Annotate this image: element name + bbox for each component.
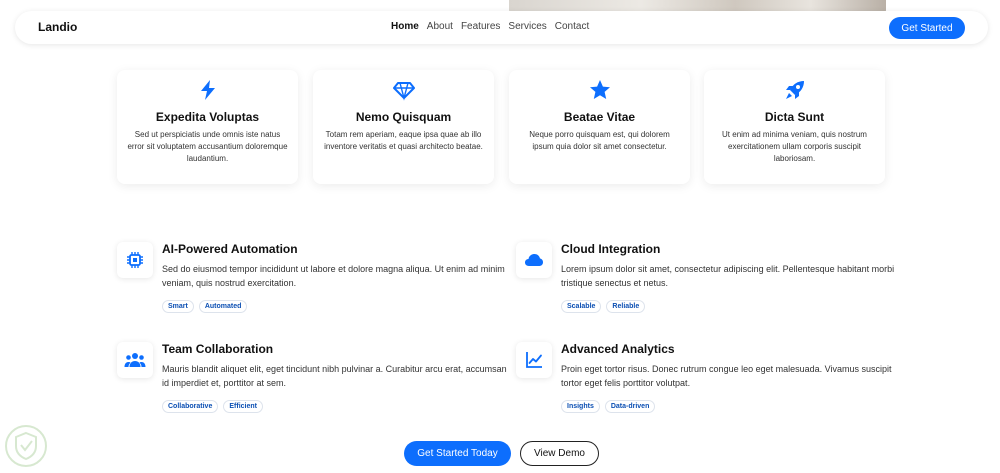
people-icon [117, 342, 153, 378]
service-item: Team Collaboration Mauris blandit alique… [117, 342, 507, 422]
service-text: Mauris blandit aliquet elit, eget tincid… [162, 364, 507, 388]
chart-line-icon [516, 342, 552, 378]
navbar: Landio Home About Features Services Cont… [15, 11, 988, 44]
service-title: AI-Powered Automation [162, 242, 298, 256]
service-text: Proin eget tortor risus. Donec rutrum co… [561, 364, 892, 388]
service-text: Lorem ipsum dolor sit amet, consectetur … [561, 264, 895, 288]
feature-card: Nemo Quisquam Totam rem aperiam, eaque i… [313, 70, 494, 184]
service-title: Cloud Integration [561, 242, 661, 256]
rocket-icon [704, 79, 885, 101]
tag-list: Smart Automated [162, 300, 248, 313]
get-started-button[interactable]: Get Started [889, 17, 965, 39]
tag: Insights [561, 400, 600, 413]
service-item: AI-Powered Automation Sed do eiusmod tem… [117, 242, 505, 322]
feature-card: Beatae Vitae Neque porro quisquam est, q… [509, 70, 690, 184]
feature-title: Dicta Sunt [764, 110, 825, 124]
view-demo-button[interactable]: View Demo [520, 441, 599, 466]
cpu-icon [117, 242, 153, 278]
service-item: Cloud Integration Lorem ipsum dolor sit … [516, 242, 896, 322]
tag: Reliable [606, 300, 646, 313]
feature-text: Neque porro quisquam est, qui dolorem ip… [529, 130, 670, 151]
tag: Automated [198, 300, 248, 313]
feature-card: Dicta Sunt Ut enim ad minima veniam, qui… [704, 70, 885, 184]
feature-title: Nemo Quisquam [355, 110, 452, 124]
nav-home[interactable]: Home [391, 21, 419, 32]
feature-card: Expedita Voluptas Sed ut perspiciatis un… [117, 70, 298, 184]
star-icon [509, 79, 690, 101]
cloud-icon [516, 242, 552, 278]
nav-features[interactable]: Features [461, 21, 500, 32]
tag-list: Scalable Reliable [561, 300, 646, 313]
nav-contact[interactable]: Contact [555, 21, 589, 32]
service-title: Team Collaboration [162, 342, 274, 356]
feature-text: Sed ut perspiciatis unde omnis iste natu… [127, 130, 288, 163]
nav-about[interactable]: About [427, 21, 453, 32]
lightning-icon [117, 79, 298, 101]
service-text: Sed do eiusmod tempor incididunt ut labo… [162, 264, 505, 288]
feature-title: Beatae Vitae [563, 110, 636, 124]
shield-watermark-icon [4, 424, 48, 468]
gem-icon [313, 79, 494, 101]
feature-text: Ut enim ad minima veniam, quis nostrum e… [722, 130, 867, 163]
service-title: Advanced Analytics [561, 342, 675, 356]
tag: Scalable [561, 300, 602, 313]
nav-services[interactable]: Services [508, 21, 546, 32]
brand-logo[interactable]: Landio [38, 20, 77, 34]
feature-title: Expedita Voluptas [155, 110, 260, 124]
get-started-today-button[interactable]: Get Started Today [404, 441, 511, 466]
tag: Data-driven [604, 400, 656, 413]
tag-list: Insights Data-driven [561, 400, 656, 413]
tag-list: Collaborative Efficient [162, 400, 263, 413]
service-item: Advanced Analytics Proin eget tortor ris… [516, 342, 896, 422]
tag: Collaborative [162, 400, 219, 413]
tag: Efficient [223, 400, 263, 413]
main-nav: Home About Features Services Contact [391, 21, 589, 32]
tag: Smart [162, 300, 194, 313]
feature-text: Totam rem aperiam, eaque ipsa quae ab il… [324, 130, 483, 151]
